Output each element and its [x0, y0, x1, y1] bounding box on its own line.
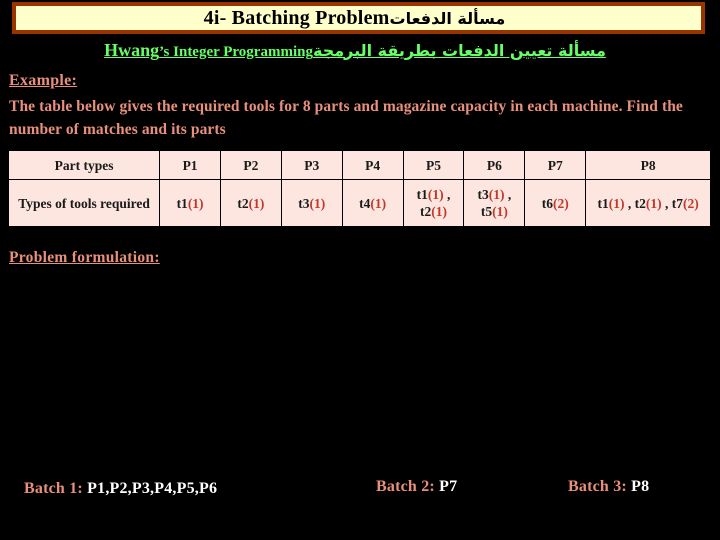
tool-name: t4 [359, 195, 371, 211]
subtitle-english-lead: Hwang [104, 39, 160, 60]
tool-name: t1 [176, 195, 188, 211]
batch-3-parts: P8 [631, 478, 650, 495]
table-cell-p1: t1(1) [159, 179, 221, 227]
table-header-p2: P2 [220, 150, 282, 180]
table-cell-p6: t3(1) , t5(1) [463, 179, 526, 227]
batch-1-label: Batch 1: [24, 480, 83, 497]
subtitle-english: Hwang’s Integer Programming [104, 40, 313, 61]
tool-quantity: (1) [431, 204, 447, 219]
tool-quantity: (1) [187, 195, 204, 211]
tool-name: t5 [480, 204, 493, 219]
tool-quantity: (1) [248, 195, 265, 211]
batch-1-parts: P1,P2,P3,P4,P5,P6 [87, 480, 218, 497]
tool-name: t3 [477, 187, 489, 202]
tool-name: t3 [298, 195, 310, 211]
slide-title-box: 4i- Batching Problem مسألة الدفعات [12, 2, 705, 34]
batch-3: Batch 3: P8 [568, 478, 649, 496]
batch-2-parts: P7 [439, 478, 458, 495]
table-header-p1: P1 [159, 150, 221, 180]
subtitle-english-rest: ’s Integer Programming [159, 43, 313, 60]
tool-separator: , [661, 195, 672, 211]
tool-separator: , [504, 187, 512, 202]
batch-1: Batch 1: P1,P2,P3,P4,P5,P6 [24, 480, 217, 498]
table-header-p5: P5 [402, 150, 465, 180]
table-header-p3: P3 [280, 150, 343, 180]
tool-name: t2 [237, 195, 249, 211]
tool-quantity: (2) [552, 195, 569, 211]
tool-quantity: (1) [488, 187, 505, 202]
table-cell-p8: t1(1) , t2(1) , t7(2) [585, 179, 711, 227]
table-header-p8: P8 [585, 150, 711, 180]
tool-quantity: (2) [682, 195, 699, 211]
example-body-text: The table below gives the required tools… [9, 98, 683, 138]
table-header-p4: P4 [341, 150, 404, 180]
tool-name: t1 [416, 187, 428, 202]
table-header-p7: P7 [524, 150, 587, 180]
table-row-tools: Types of tools required t1(1) t2(1) t3(1… [7, 179, 711, 227]
table-cell-p5: t1(1) , t2(1) [402, 179, 465, 227]
tool-name: t2 [634, 195, 646, 211]
tools-table: Part types P1 P2 P3 P4 P5 P6 P7 P8 Types… [7, 150, 711, 227]
subtitle-arabic: مسألة تعيين الدفعات بطريقة البرمجة [312, 40, 606, 60]
table-row-header: Part types P1 P2 P3 P4 P5 P6 P7 P8 [7, 150, 711, 180]
tool-separator: , [624, 195, 635, 211]
batch-2-label: Batch 2: [376, 478, 435, 495]
table-cell-p3: t3(1) [280, 179, 343, 227]
tool-quantity: (1) [309, 195, 326, 211]
tool-name: t2 [420, 204, 432, 219]
tool-name: t7 [671, 195, 683, 211]
batch-2: Batch 2: P7 [376, 478, 457, 496]
tool-quantity: (1) [370, 195, 387, 211]
tool-separator: , [443, 187, 451, 202]
tool-quantity: (1) [645, 195, 662, 211]
tool-name: t1 [597, 195, 609, 211]
batch-3-label: Batch 3: [568, 478, 627, 495]
table-cell-p2: t2(1) [220, 179, 282, 227]
table-header-p6: P6 [463, 150, 526, 180]
table-data-row-label: Types of tools required [7, 179, 161, 227]
table-cell-p7: t6(2) [524, 179, 587, 227]
tool-quantity: (1) [427, 187, 444, 202]
tool-quantity: (1) [608, 195, 625, 211]
slide-title-english: 4i- Batching Problem [203, 6, 390, 29]
tool-quantity: (1) [492, 204, 508, 219]
problem-formulation-heading: Problem formulation: [9, 249, 160, 266]
tool-name: t6 [541, 195, 553, 211]
slide-title-arabic: مسألة الدفعات [389, 8, 506, 28]
table-header-row-label: Part types [7, 150, 161, 180]
example-heading: Example: [9, 72, 78, 89]
table-cell-p4: t4(1) [341, 179, 404, 227]
slide-subtitle: Hwang’s Integer Programming مسألة تعيين … [0, 36, 720, 64]
